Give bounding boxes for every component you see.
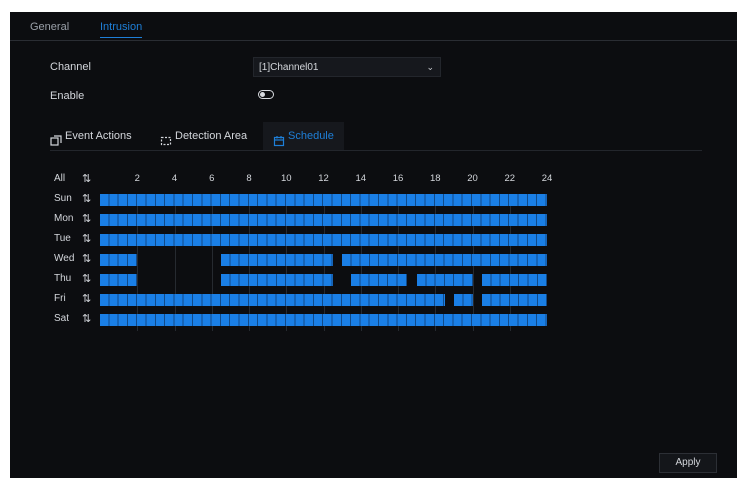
schedule-segment[interactable] [100,274,138,286]
schedule-segment[interactable] [100,294,445,306]
hour-label: 20 [467,173,478,184]
day-schedule-track[interactable] [100,214,547,226]
day-schedule-track[interactable] [100,234,547,246]
schedule-segment[interactable] [221,254,333,266]
enable-toggle[interactable] [258,90,274,99]
day-schedule-track[interactable] [100,274,547,286]
hour-label: 14 [355,173,367,184]
schedule-segment[interactable] [342,254,547,266]
schedule-segment[interactable] [100,214,547,226]
tab-bar: General Intrusion [10,12,737,41]
subtab-detection-area[interactable]: Detection Area [160,122,247,150]
day-label: Sun [54,193,72,204]
hour-label: 22 [504,173,516,184]
day-label: Thu [54,273,72,284]
schedule-segment[interactable] [100,254,138,266]
subtab-schedule-label: Schedule [288,130,334,142]
detection-area-icon [160,130,172,146]
subtab-detection-area-label: Detection Area [175,130,248,142]
day-label: Sat [54,313,70,324]
tab-general[interactable]: General [30,21,69,33]
event-actions-icon [50,130,62,146]
day-schedule-track[interactable] [100,294,547,306]
schedule-segment[interactable] [100,194,547,206]
settings-panel: General Intrusion Channel [1]Channel01 ⌄… [10,12,737,478]
day-label: Wed [54,253,75,264]
subtab-event-actions-label: Event Actions [65,130,132,142]
enable-label: Enable [50,90,85,102]
schedule-segment[interactable] [481,294,547,306]
day-label: Fri [54,293,66,304]
schedule-segment[interactable] [100,234,547,246]
schedule-segment[interactable] [481,274,547,286]
hour-label: 24 [541,173,553,184]
day-label: Tue [54,233,71,244]
schedule-segment[interactable] [351,274,408,286]
subtab-event-actions[interactable]: Event Actions [50,122,132,150]
schedule-segment[interactable] [100,314,547,326]
hour-label: 4 [171,173,178,184]
tab-intrusion[interactable]: Intrusion [100,21,143,38]
calendar-icon [273,130,285,147]
toggle-knob [260,91,265,97]
day-schedule-track[interactable] [100,314,547,326]
schedule-segment[interactable] [453,294,473,306]
apply-button[interactable]: Apply [659,453,717,473]
subtab-schedule[interactable]: Schedule [263,122,344,150]
hour-label: 2 [134,173,140,184]
day-schedule-track[interactable] [100,194,547,206]
channel-value: [1]Channel01 [259,62,319,73]
copy-day-icon[interactable]: ⇅ [82,312,91,325]
hour-label: 18 [429,173,441,184]
all-label: All [54,173,66,184]
copy-day-icon[interactable]: ⇅ [82,212,91,225]
copy-day-icon[interactable]: ⇅ [82,232,91,245]
schedule-segment[interactable] [416,274,473,286]
hour-label: 8 [246,173,252,184]
copy-day-icon[interactable]: ⇅ [82,252,91,265]
day-label: Mon [54,213,74,224]
chevron-down-icon: ⌄ [426,62,434,72]
copy-all-icon[interactable]: ⇅ [82,172,91,185]
channel-label: Channel [50,61,91,73]
subtab-bar: Event Actions Detection Area Schedule [50,122,702,151]
copy-day-icon[interactable]: ⇅ [82,192,91,205]
copy-day-icon[interactable]: ⇅ [82,292,91,305]
hour-label: 6 [209,173,215,184]
hour-label: 16 [392,173,404,184]
channel-select[interactable]: [1]Channel01 ⌄ [253,57,441,77]
day-schedule-track[interactable] [100,254,547,266]
hour-label: 12 [318,173,329,184]
copy-day-icon[interactable]: ⇅ [82,272,91,285]
schedule-segment[interactable] [221,274,333,286]
hour-label: 10 [280,173,292,184]
